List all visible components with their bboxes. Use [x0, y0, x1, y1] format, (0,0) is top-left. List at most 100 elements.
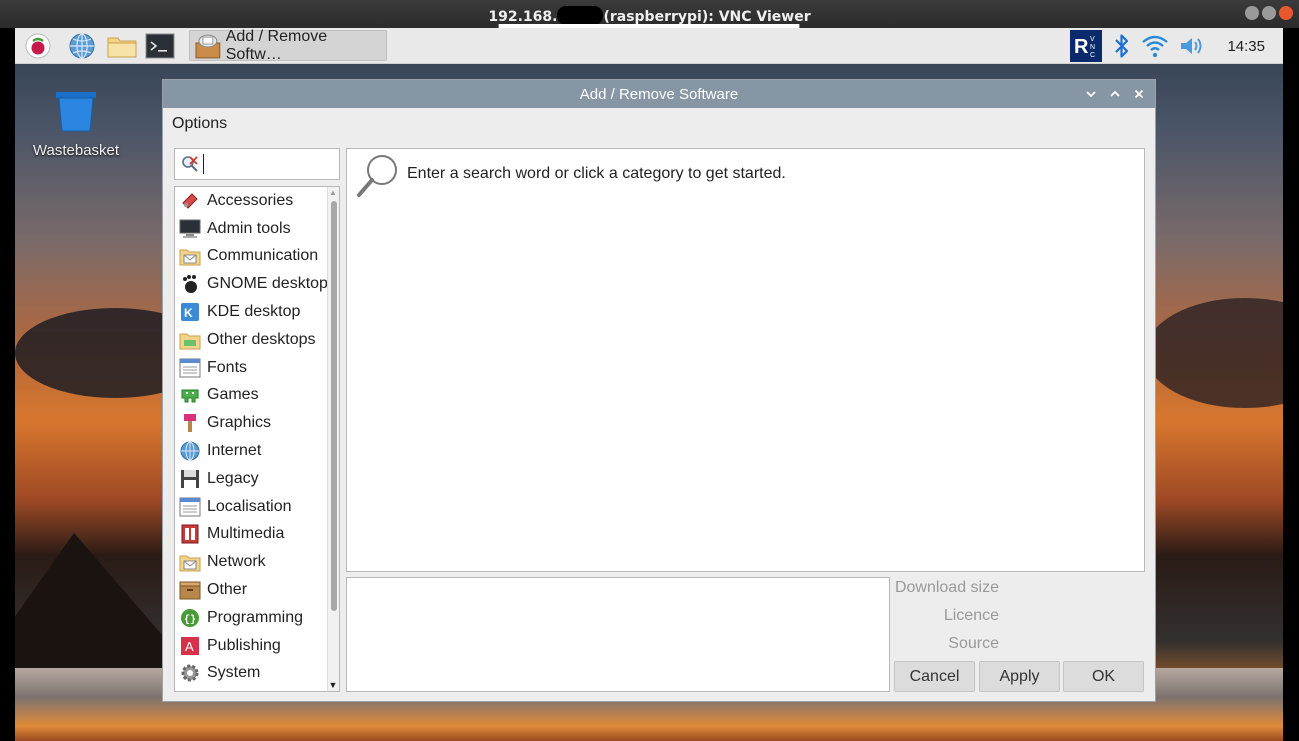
network-icon: [179, 551, 201, 573]
category-item[interactable]: Other desktops: [175, 326, 339, 354]
close-button[interactable]: [1279, 6, 1293, 20]
apply-button[interactable]: Apply: [979, 661, 1060, 692]
ok-button[interactable]: OK: [1063, 661, 1144, 692]
category-label: Programming: [207, 608, 304, 626]
taskbar-window-button[interactable]: Add / Remove Softw…: [189, 27, 387, 63]
magnifier-icon: [357, 155, 397, 197]
vnc-window-title: 192.168. (raspberrypi): VNC Viewer: [0, 6, 1299, 25]
category-item[interactable]: Internet: [175, 437, 339, 465]
category-item[interactable]: A Publishing: [175, 632, 339, 660]
category-item[interactable]: Legacy: [175, 465, 339, 493]
wifi-icon[interactable]: [1141, 33, 1169, 59]
category-item[interactable]: Games: [175, 382, 339, 410]
maximize-button[interactable]: [1262, 6, 1276, 20]
category-item[interactable]: Localisation: [175, 493, 339, 521]
wastebasket-desktop-icon[interactable]: Wastebasket: [28, 90, 124, 159]
category-label: Communication: [207, 247, 319, 265]
category-label: Other desktops: [207, 330, 316, 348]
taskbar: Add / Remove Softw… R V N C 14:35: [15, 28, 1283, 64]
scrollbar-thumb[interactable]: [331, 201, 337, 611]
results-hint-text: Enter a search word or click a category …: [407, 165, 786, 182]
raspberry-menu-icon[interactable]: [23, 32, 53, 60]
category-label: Network: [207, 553, 266, 571]
web-browser-icon[interactable]: [67, 32, 97, 60]
dialog-titlebar[interactable]: Add / Remove Software: [163, 80, 1155, 108]
category-item[interactable]: {} Programming: [175, 604, 339, 632]
category-item[interactable]: Graphics: [175, 409, 339, 437]
category-label: Localisation: [207, 497, 292, 515]
accessories-icon: [179, 190, 201, 212]
category-item[interactable]: Network: [175, 548, 339, 576]
category-label: Fonts: [207, 358, 248, 376]
minimize-button[interactable]: [1245, 6, 1259, 20]
download-size-label: Download size: [894, 579, 999, 596]
category-label: KDE desktop: [207, 303, 301, 321]
volume-icon[interactable]: [1179, 34, 1207, 58]
category-item[interactable]: Fonts: [175, 354, 339, 382]
category-label: Multimedia: [207, 525, 285, 543]
trash-icon: [56, 92, 96, 132]
programming-icon: {}: [179, 607, 201, 629]
dialog-close-button[interactable]: [1129, 84, 1149, 104]
category-item[interactable]: Communication: [175, 243, 339, 271]
package-description-pane[interactable]: [346, 577, 890, 692]
scroll-up-arrow-icon[interactable]: ▲: [327, 187, 339, 199]
add-remove-software-dialog: Add / Remove Software Options Accessorie…: [162, 79, 1156, 702]
category-scrollbar[interactable]: ▲ ▼: [327, 187, 339, 691]
search-input[interactable]: [208, 155, 338, 173]
vnc-server-icon[interactable]: R V N C: [1069, 29, 1103, 63]
redacted-ip-segment: [557, 6, 604, 25]
kde-icon: K: [179, 301, 201, 323]
vnc-title-suffix: (raspberrypi): VNC Viewer: [603, 9, 811, 25]
system-icon: [179, 662, 201, 684]
publishing-icon: A: [179, 635, 201, 657]
internet-icon: [179, 440, 201, 462]
category-item[interactable]: Multimedia: [175, 521, 339, 549]
text-cursor: [203, 154, 204, 174]
cancel-button[interactable]: Cancel: [894, 661, 975, 692]
category-label: Other: [207, 581, 248, 599]
category-label: GNOME desktop: [207, 275, 328, 293]
close-icon: [1134, 89, 1144, 99]
licence-label: Licence: [943, 607, 999, 624]
terminal-icon[interactable]: [145, 32, 175, 60]
admin-tools-icon: [179, 218, 201, 240]
svg-text:C: C: [1090, 52, 1095, 59]
graphics-icon: [179, 412, 201, 434]
category-label: Accessories: [207, 191, 294, 209]
category-item[interactable]: Other: [175, 576, 339, 604]
source-label: Source: [948, 635, 999, 652]
scroll-down-arrow-icon[interactable]: ▼: [327, 679, 339, 691]
svg-text:K: K: [184, 306, 193, 320]
category-label: Publishing: [207, 636, 281, 654]
vnc-titlebar: 192.168. (raspberrypi): VNC Viewer: [0, 0, 1299, 31]
category-item[interactable]: Admin tools: [175, 215, 339, 243]
taskbar-window-label: Add / Remove Softw…: [225, 27, 328, 63]
dialog-minimize-button[interactable]: [1081, 84, 1101, 104]
multimedia-icon: [179, 523, 201, 545]
category-item[interactable]: System: [175, 660, 339, 688]
file-manager-icon[interactable]: [107, 32, 137, 60]
search-field[interactable]: [174, 148, 340, 180]
menu-options[interactable]: Options: [172, 115, 227, 133]
clock[interactable]: 14:35: [1227, 38, 1265, 55]
category-item[interactable]: GNOME desktop: [175, 270, 339, 298]
vnc-title-prefix: 192.168.: [488, 9, 558, 25]
dialog-maximize-button[interactable]: [1105, 84, 1125, 104]
package-results-pane[interactable]: Enter a search word or click a category …: [346, 148, 1145, 572]
svg-text:A: A: [185, 639, 194, 654]
other-icon: [179, 579, 201, 601]
category-label: Admin tools: [207, 219, 291, 237]
svg-text:R: R: [1074, 36, 1089, 58]
dialog-window-controls: [1081, 84, 1149, 104]
window-controls: [1245, 6, 1293, 20]
search-clear-icon[interactable]: [181, 155, 199, 173]
category-item[interactable]: Accessories: [175, 187, 339, 215]
bluetooth-icon[interactable]: [1113, 33, 1131, 59]
other-desktops-icon: [179, 329, 201, 351]
category-item[interactable]: K KDE desktop: [175, 298, 339, 326]
dialog-title: Add / Remove Software: [579, 85, 739, 103]
communication-icon: [179, 245, 201, 267]
category-label: Legacy: [207, 469, 259, 487]
package-icon: [195, 34, 221, 58]
